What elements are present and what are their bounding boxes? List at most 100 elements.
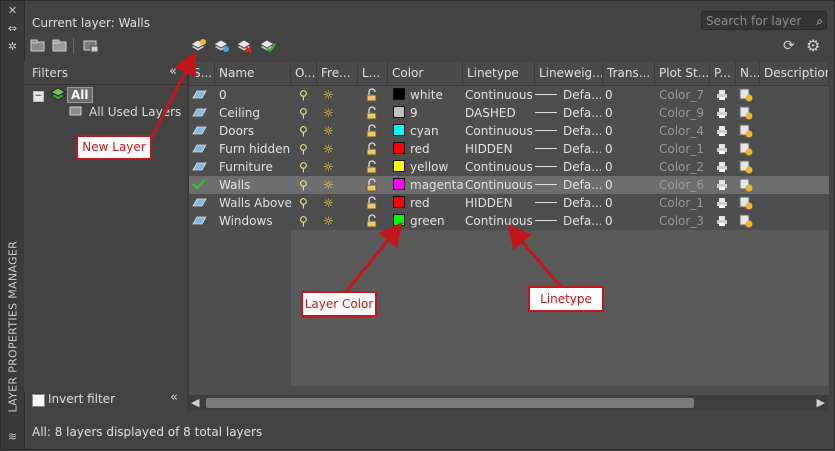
- col-lock[interactable]: L...: [358, 62, 388, 85]
- layer-lineweight[interactable]: Defa...: [535, 212, 601, 230]
- layer-row[interactable]: Doors ⚲ ☼ cyan Continuous Defa... 0 Color_4: [189, 122, 829, 140]
- layer-name[interactable]: Walls: [219, 176, 293, 194]
- sun-thawed-icon[interactable]: ☼: [323, 122, 341, 140]
- layer-status[interactable]: [191, 141, 213, 159]
- lightbulb-on-icon[interactable]: ⚲: [299, 194, 315, 212]
- close-icon[interactable]: ✕: [6, 5, 19, 17]
- layer-color[interactable]: magenta: [393, 176, 463, 194]
- lightbulb-on-icon[interactable]: ⚲: [299, 158, 315, 176]
- layer-status[interactable]: [191, 177, 213, 195]
- new-layer-icon[interactable]: [189, 39, 207, 53]
- layer-status[interactable]: [191, 105, 213, 123]
- layer-row[interactable]: Walls ⚲ ☼ magenta Continuous Defa... 0 Color_6: [189, 176, 829, 194]
- collapse-filters-icon[interactable]: «: [169, 64, 177, 79]
- new-property-filter-icon[interactable]: [30, 39, 46, 53]
- col-lineweight[interactable]: Lineweig...: [535, 62, 603, 85]
- layer-plot-style[interactable]: Color_9: [659, 104, 709, 122]
- scroll-right-icon[interactable]: ▶: [817, 396, 825, 409]
- layer-transparency[interactable]: 0: [605, 122, 645, 140]
- layer-transparency[interactable]: 0: [605, 86, 645, 104]
- layer-name[interactable]: 0: [219, 86, 293, 104]
- layer-row[interactable]: Furniture ⚲ ☼ yellow Continuous Defa... 0 Color…: [189, 158, 829, 176]
- layer-plot-style[interactable]: Color_4: [659, 122, 709, 140]
- layer-lineweight[interactable]: Defa...: [535, 140, 601, 158]
- layer-transparency[interactable]: 0: [605, 212, 645, 230]
- layer-name[interactable]: Windows: [219, 212, 293, 230]
- layer-color[interactable]: white: [393, 86, 463, 104]
- search-input[interactable]: Search for layer ⌕: [701, 11, 827, 30]
- col-linetype[interactable]: Linetype: [463, 62, 535, 85]
- invert-filter-checkbox[interactable]: [32, 394, 45, 407]
- layer-plot-style[interactable]: Color_6: [659, 176, 709, 194]
- col-freeze[interactable]: Fre...: [317, 62, 358, 85]
- layer-name[interactable]: Doors: [219, 122, 293, 140]
- layer-row[interactable]: Ceiling ⚲ ☼ 9 DASHED Defa... 0 Color_9: [189, 104, 829, 122]
- printer-icon[interactable]: [716, 214, 732, 232]
- layer-color[interactable]: 9: [393, 104, 463, 122]
- layer-lineweight[interactable]: Defa...: [535, 122, 601, 140]
- col-new-vp-freeze[interactable]: N...: [736, 62, 760, 85]
- new-vp-freeze-icon[interactable]: [739, 214, 755, 232]
- tree-item-all-used-layers[interactable]: All Used Layers: [89, 105, 181, 119]
- layer-lineweight[interactable]: Defa...: [535, 194, 601, 212]
- layer-linetype[interactable]: Continuous: [465, 122, 535, 140]
- layer-color[interactable]: green: [393, 212, 463, 230]
- layer-status[interactable]: [191, 213, 213, 231]
- col-status[interactable]: S...: [189, 62, 215, 85]
- col-color[interactable]: Color: [388, 62, 463, 85]
- layer-linetype[interactable]: Continuous: [465, 86, 535, 104]
- layer-plot-style[interactable]: Color_2: [659, 158, 709, 176]
- layer-row[interactable]: 0 ⚲ ☼ white Continuous Defa... 0 Color_7: [189, 86, 829, 104]
- tree-collapse-toggle[interactable]: −: [33, 91, 44, 102]
- sun-thawed-icon[interactable]: ☼: [323, 140, 341, 158]
- layer-name[interactable]: Furniture: [219, 158, 293, 176]
- layer-lineweight[interactable]: Defa...: [535, 104, 601, 122]
- lightbulb-on-icon[interactable]: ⚲: [299, 86, 315, 104]
- layer-linetype[interactable]: Continuous: [465, 212, 535, 230]
- new-group-filter-icon[interactable]: [52, 39, 68, 53]
- layer-color[interactable]: cyan: [393, 122, 463, 140]
- sun-thawed-icon[interactable]: ☼: [323, 86, 341, 104]
- lightbulb-on-icon[interactable]: ⚲: [299, 122, 315, 140]
- settings-gear-icon[interactable]: ⚙: [806, 36, 820, 55]
- col-plot[interactable]: P...: [710, 62, 736, 85]
- layer-lineweight[interactable]: Defa...: [535, 86, 601, 104]
- layer-name[interactable]: Ceiling: [219, 104, 293, 122]
- new-layer-vp-frozen-icon[interactable]: [212, 39, 230, 53]
- layer-plot-style[interactable]: Color_3: [659, 212, 709, 230]
- sun-thawed-icon[interactable]: ☼: [323, 212, 341, 230]
- refresh-icon[interactable]: ⟳: [783, 38, 795, 54]
- col-name[interactable]: Name: [215, 62, 291, 85]
- layer-linetype[interactable]: DASHED: [465, 104, 535, 122]
- layer-row[interactable]: Furn hidden ⚲ ☼ red HIDDEN Defa... 0 Color_1: [189, 140, 829, 158]
- sun-thawed-icon[interactable]: ☼: [323, 176, 341, 194]
- layer-linetype[interactable]: HIDDEN: [465, 140, 535, 158]
- layer-transparency[interactable]: 0: [605, 194, 645, 212]
- sun-thawed-icon[interactable]: ☼: [323, 158, 341, 176]
- layer-row[interactable]: Windows ⚲ ☼ green Continuous Defa... 0 Color_3: [189, 212, 829, 230]
- layer-color[interactable]: yellow: [393, 158, 463, 176]
- lightbulb-on-icon[interactable]: ⚲: [299, 104, 315, 122]
- unlocked-icon[interactable]: [365, 214, 381, 232]
- lightbulb-on-icon[interactable]: ⚲: [299, 212, 315, 230]
- layer-states-manager-icon[interactable]: [83, 39, 99, 53]
- layer-transparency[interactable]: 0: [605, 104, 645, 122]
- layer-linetype[interactable]: HIDDEN: [465, 194, 535, 212]
- tree-item-all[interactable]: All: [67, 87, 93, 103]
- layer-linetype[interactable]: Continuous: [465, 176, 535, 194]
- col-plot-style[interactable]: Plot St...: [655, 62, 710, 85]
- scrollbar-thumb[interactable]: [206, 398, 694, 408]
- collapse-left-icon[interactable]: «: [170, 390, 178, 405]
- layer-name[interactable]: Furn hidden: [219, 140, 293, 158]
- layer-color[interactable]: red: [393, 194, 463, 212]
- layer-lineweight[interactable]: Defa...: [535, 158, 601, 176]
- layer-status[interactable]: [191, 123, 213, 141]
- layer-transparency[interactable]: 0: [605, 140, 645, 158]
- layer-row[interactable]: Walls Above ⚲ ☼ red HIDDEN Defa... 0 Color_1: [189, 194, 829, 212]
- lightbulb-on-icon[interactable]: ⚲: [299, 176, 315, 194]
- layer-transparency[interactable]: 0: [605, 176, 645, 194]
- scroll-left-icon[interactable]: ◀: [191, 396, 199, 409]
- layer-status[interactable]: [191, 87, 213, 105]
- layer-lineweight[interactable]: Defa...: [535, 176, 601, 194]
- layer-plot-style[interactable]: Color_1: [659, 194, 709, 212]
